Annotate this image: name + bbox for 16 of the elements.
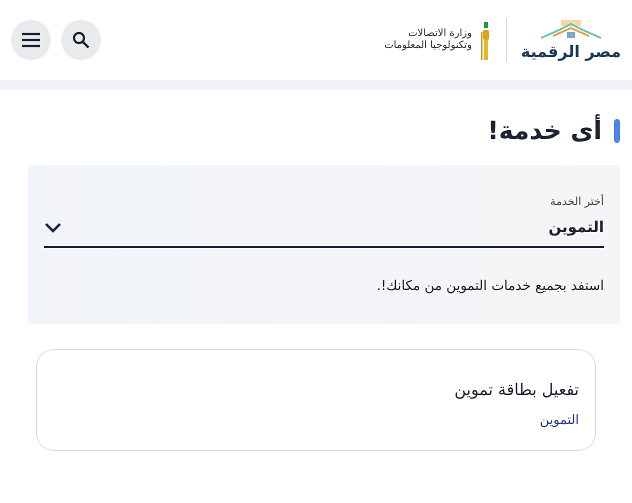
menu-icon [21, 32, 41, 48]
ministry-text: وزارة الاتصالات [408, 28, 472, 40]
ministry-text: وتكنولوجيا المعلومات [384, 40, 472, 52]
title-accent-bar [614, 118, 620, 142]
page-title: أى خدمة! [487, 116, 602, 145]
logo-text: مصر الرقمية [520, 42, 621, 60]
search-button[interactable] [61, 20, 101, 60]
chevron-down-icon [44, 222, 62, 232]
service-dropdown[interactable]: أختر الخدمة التموين [44, 195, 604, 248]
card-category: التموين [540, 413, 579, 428]
menu-button[interactable] [11, 20, 51, 60]
search-icon [72, 31, 90, 49]
card-title: تفعيل بطاقة تموين [454, 380, 579, 399]
description-text: استفد بجميع خدمات التموين من مكانك!. [376, 278, 604, 294]
building-logo-icon [538, 20, 603, 42]
service-card[interactable]: تفعيل بطاقة تموين التموين [36, 349, 596, 451]
